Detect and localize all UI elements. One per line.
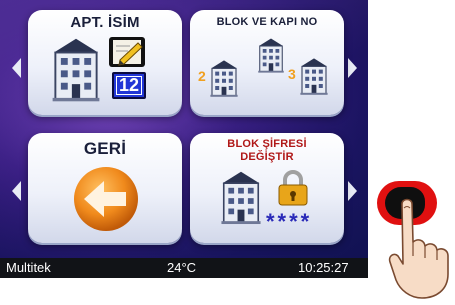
- brand-label: Multitek: [6, 260, 51, 275]
- left-chevron-icon: [12, 181, 21, 201]
- right-chevron-icon: [348, 181, 357, 201]
- back-button[interactable]: GERİ: [28, 133, 182, 243]
- apartment-name-button[interactable]: APT. İSİM 12: [28, 10, 182, 115]
- right-chevron-icon: [348, 58, 357, 78]
- tile-title-line1: BLOK ŞİFRESİ: [227, 138, 307, 150]
- password-mask: ****: [266, 209, 313, 234]
- finger-pointer-icon: [388, 198, 449, 299]
- edit-pencil-icon: [109, 37, 145, 67]
- building-icon: [218, 169, 264, 225]
- block-password-change-button[interactable]: BLOK ŞİFRESİ DEĞİŞTİR ****: [190, 133, 344, 243]
- building-icon: [48, 36, 104, 102]
- number-badge-icon: 12: [112, 72, 146, 99]
- badge-number: 12: [118, 75, 140, 95]
- tile-title: GERİ: [83, 139, 127, 158]
- building-icon: [298, 56, 330, 96]
- tile-title: APT. İSİM: [70, 14, 140, 31]
- back-arrow-icon: [74, 167, 138, 231]
- clock-label: 10:25:27: [298, 260, 349, 275]
- temperature-label: 24°C: [167, 260, 197, 275]
- block-number-right: 3: [288, 66, 296, 82]
- tile-title-line2: DEĞİŞTİR: [240, 151, 294, 163]
- block-number-left: 2: [198, 68, 206, 84]
- block-door-number-button[interactable]: BLOK VE KAPI NO 2 3: [190, 10, 344, 115]
- tile-title: BLOK VE KAPI NO: [216, 16, 318, 28]
- building-icon: [208, 58, 240, 98]
- building-icon: [256, 36, 286, 74]
- touch-screen: APT. İSİM 12 BLOK VE KAPI NO 2 3 GERİ BL…: [0, 0, 368, 278]
- padlock-icon: [278, 170, 308, 206]
- status-bar: Multitek 24°C 10:25:27: [0, 258, 368, 278]
- left-chevron-icon: [12, 58, 21, 78]
